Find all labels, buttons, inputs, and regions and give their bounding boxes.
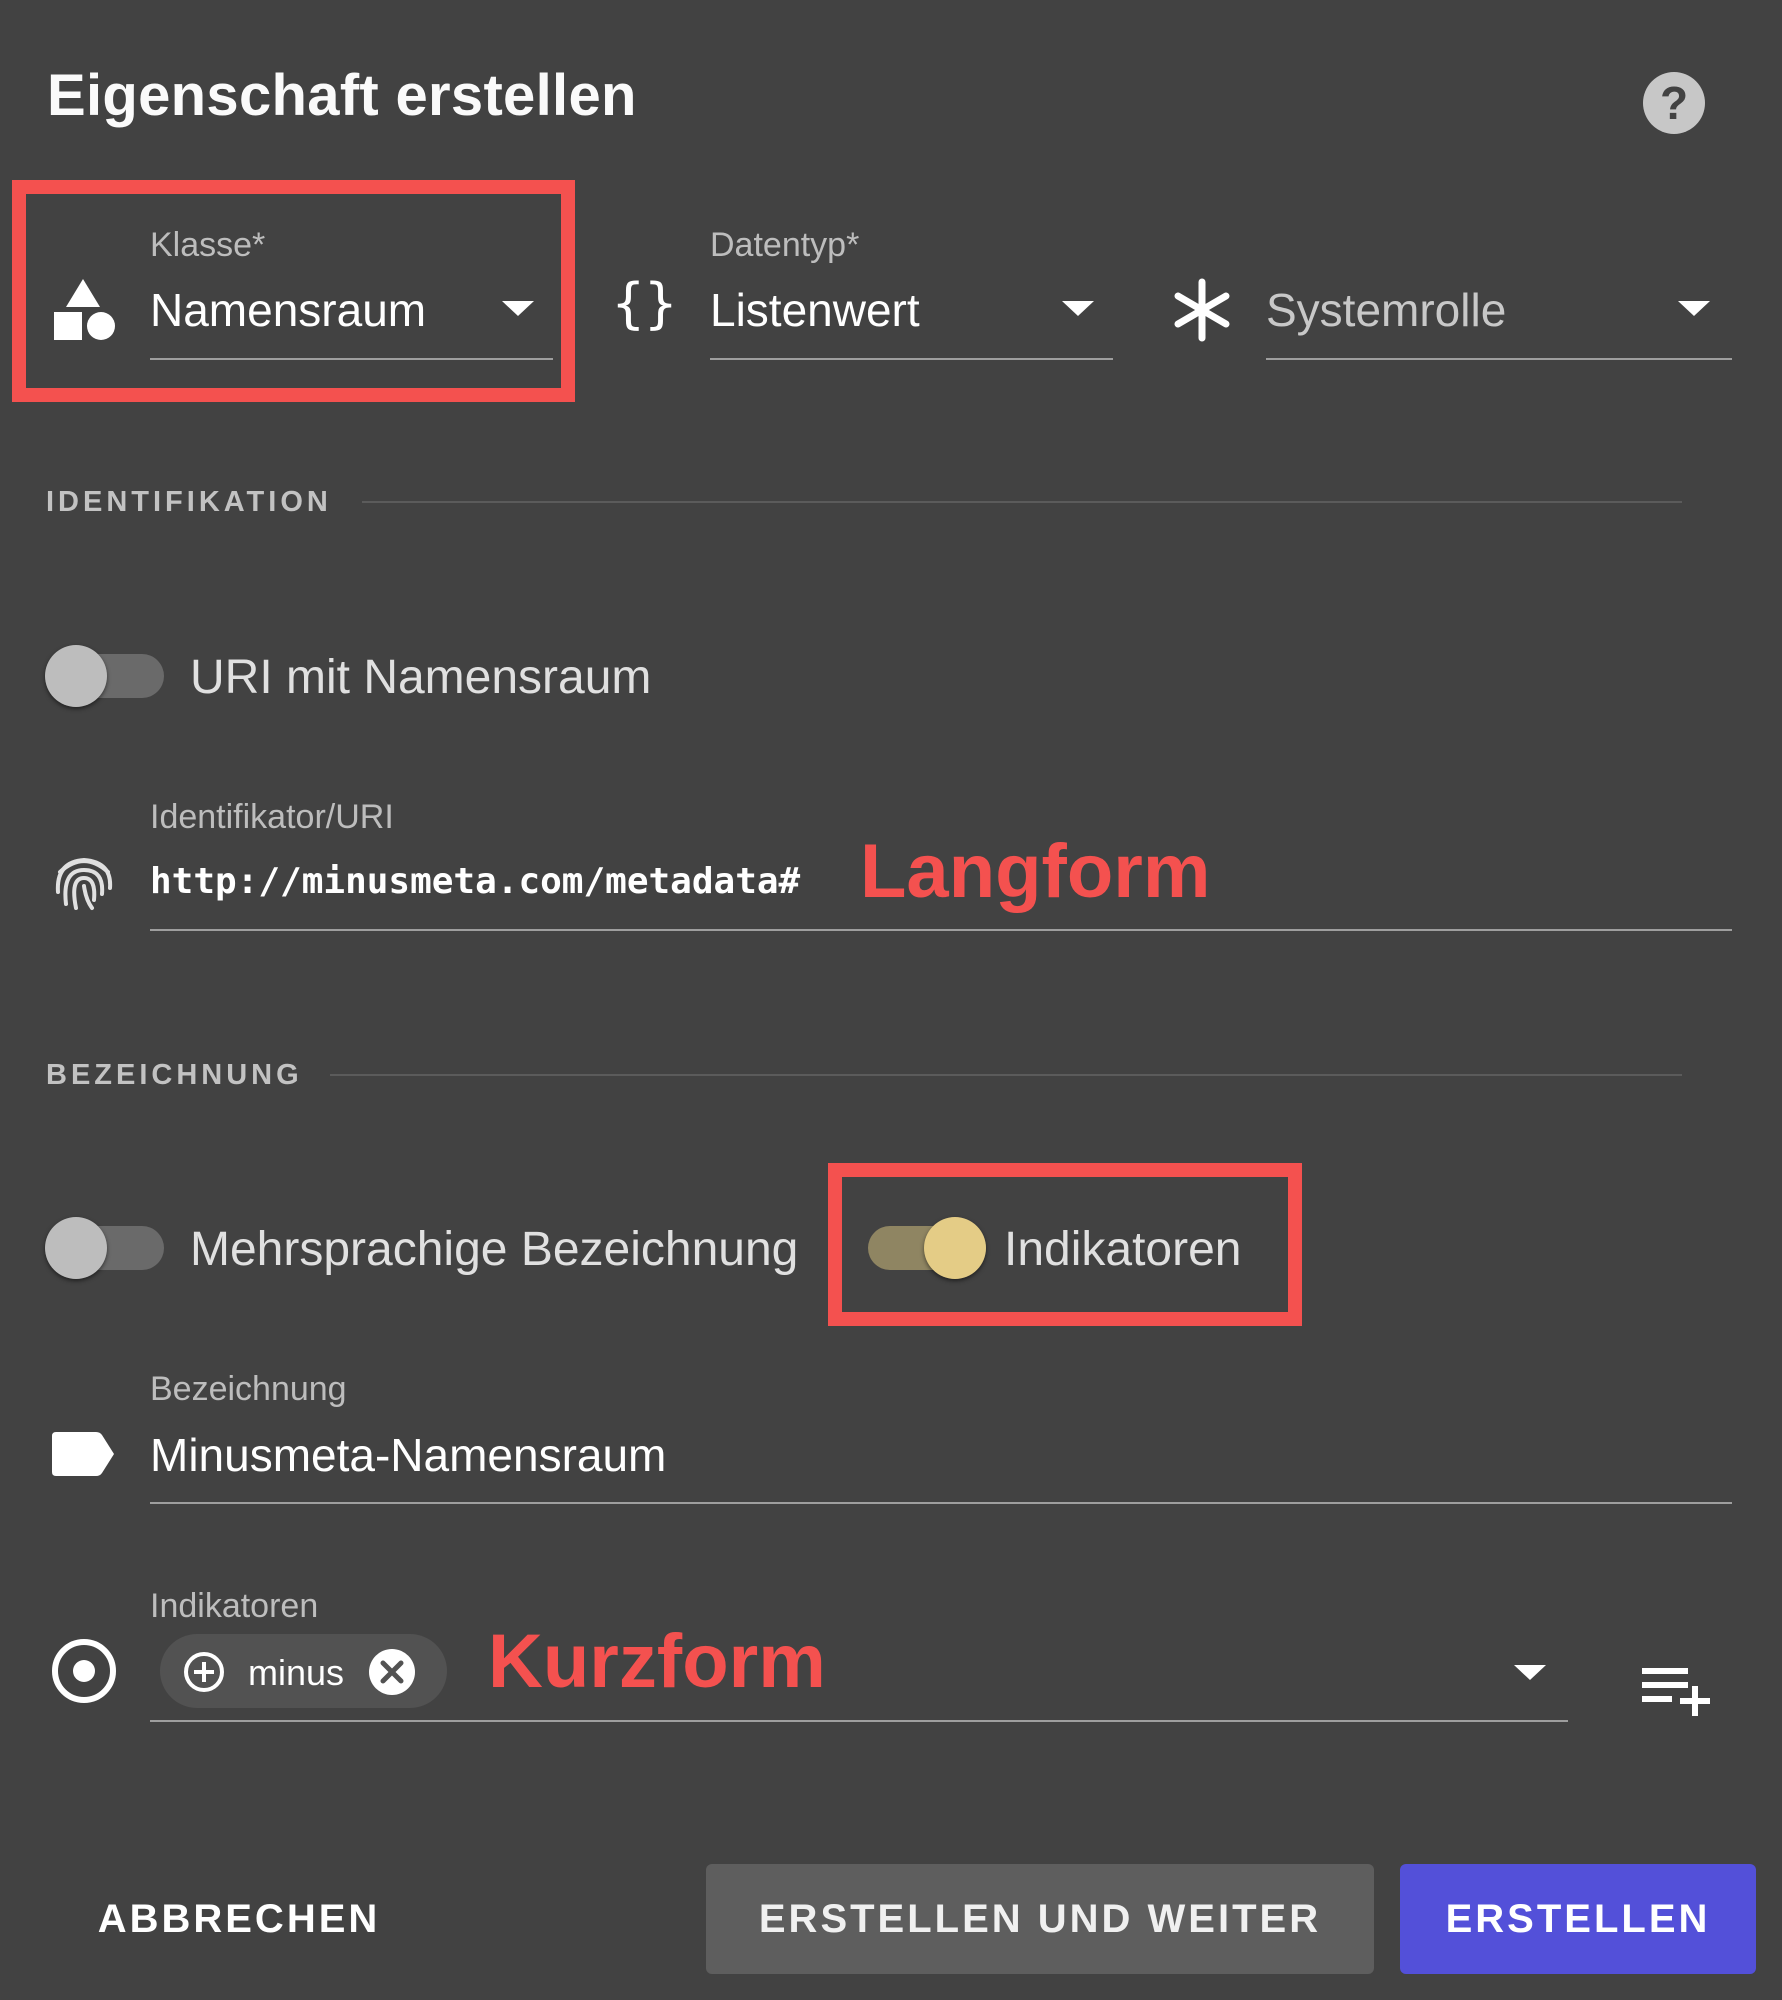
section-bezeichnung: BEZEICHNUNG bbox=[46, 1059, 303, 1091]
toggle-knob[interactable] bbox=[45, 645, 107, 707]
chevron-down-icon[interactable] bbox=[1514, 1665, 1546, 1680]
curly-braces-icon: {} bbox=[612, 272, 678, 335]
systemrolle-underline bbox=[1266, 358, 1732, 360]
uri-namensraum-label: URI mit Namensraum bbox=[190, 651, 652, 704]
fingerprint-icon bbox=[50, 848, 118, 916]
datentyp-select-value[interactable]: Listenwert bbox=[710, 283, 920, 337]
indikatoren-underline bbox=[150, 1720, 1568, 1722]
create-button[interactable]: ERSTELLEN bbox=[1400, 1864, 1756, 1974]
section-identifikation: IDENTIFIKATION bbox=[46, 486, 332, 518]
close-circle-icon[interactable] bbox=[368, 1648, 416, 1696]
toggle-knob[interactable] bbox=[45, 1217, 107, 1279]
radio-target-icon bbox=[50, 1637, 118, 1705]
identifikator-label: Identifikator/URI bbox=[150, 798, 394, 836]
datentyp-label: Datentyp* bbox=[710, 226, 860, 264]
playlist-add-icon[interactable] bbox=[1640, 1664, 1712, 1718]
divider bbox=[330, 1074, 1682, 1076]
chevron-down-icon[interactable] bbox=[1678, 301, 1710, 316]
chip-label: minus bbox=[248, 1652, 345, 1693]
bezeichnung-input[interactable]: Minusmeta-Namensraum bbox=[150, 1428, 666, 1482]
indikatoren-label: Indikatoren bbox=[150, 1587, 319, 1625]
datentyp-underline bbox=[710, 358, 1113, 360]
klasse-highlight-box bbox=[12, 180, 575, 402]
systemrolle-select[interactable]: Systemrolle bbox=[1266, 283, 1506, 337]
kurzform-annotation: Kurzform bbox=[488, 1619, 826, 1704]
cancel-button[interactable]: ABBRECHEN bbox=[74, 1864, 404, 1974]
identifikator-input[interactable]: http://minusmeta.com/metadata# bbox=[150, 861, 800, 902]
identifikator-underline bbox=[150, 929, 1732, 931]
asterisk-icon bbox=[1170, 278, 1234, 342]
bezeichnung-underline bbox=[150, 1502, 1732, 1504]
chevron-down-icon[interactable] bbox=[1062, 301, 1094, 316]
help-icon[interactable]: ? bbox=[1643, 72, 1705, 134]
divider bbox=[362, 501, 1682, 503]
bezeichnung-label: Bezeichnung bbox=[150, 1370, 347, 1408]
create-and-continue-button[interactable]: ERSTELLEN UND WEITER bbox=[706, 1864, 1374, 1974]
label-tag-icon bbox=[50, 1424, 118, 1484]
mehrsprachig-label: Mehrsprachige Bezeichnung bbox=[190, 1223, 799, 1276]
indikatoren-highlight-box bbox=[828, 1163, 1302, 1326]
langform-annotation: Langform bbox=[860, 829, 1211, 914]
dialog-title: Eigenschaft erstellen bbox=[47, 63, 637, 128]
plus-circle-icon bbox=[182, 1650, 226, 1694]
